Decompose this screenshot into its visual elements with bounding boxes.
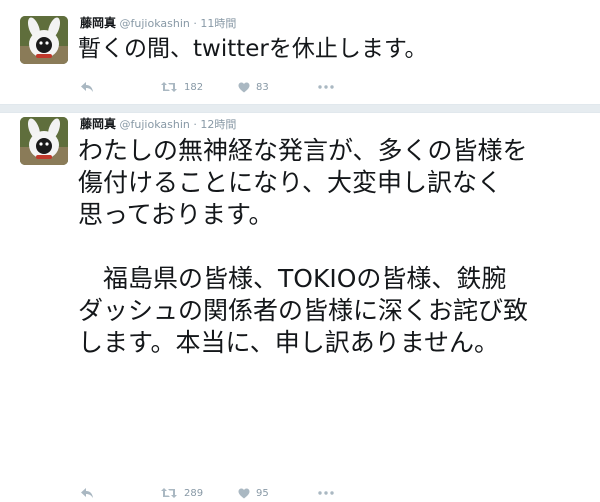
tweet[interactable]: 藤岡真 @fujiokashin · 12時間 わたしの無神経な発言が、多くの皆… [0,113,600,499]
display-name[interactable]: 藤岡真 [80,16,116,30]
timestamp[interactable]: 11時間 [200,17,236,30]
reply-button[interactable] [80,78,94,96]
more-button[interactable] [318,78,334,96]
tweet[interactable]: 藤岡真 @fujiokashin · 11時間 暫くの間、twitterを休止し… [0,0,600,104]
username[interactable]: @fujiokashin [120,118,190,131]
more-icon [318,85,334,89]
avatar[interactable] [20,16,68,64]
heart-icon [238,82,250,92]
like-button[interactable]: 83 [238,78,269,96]
tweet-divider [0,104,600,113]
tweet-text: 暫くの間、twitterを休止します。 [78,36,428,62]
reply-icon [81,488,93,498]
like-count: 95 [256,487,269,499]
separator-dot: · [193,17,197,30]
tweet-header: 藤岡真 @fujiokashin · 12時間 [80,117,236,132]
timeline: 藤岡真 @fujiokashin · 11時間 暫くの間、twitterを休止し… [0,0,600,499]
reply-icon [81,82,93,92]
retweet-button[interactable]: 289 [160,484,203,502]
like-count: 83 [256,81,269,93]
display-name[interactable]: 藤岡真 [80,117,116,131]
avatar[interactable] [20,117,68,165]
retweet-count: 289 [184,487,204,499]
retweet-icon [161,82,177,92]
heart-icon [238,488,250,498]
retweet-count: 182 [184,81,204,93]
like-button[interactable]: 95 [238,484,269,502]
tweet-header: 藤岡真 @fujiokashin · 11時間 [80,16,236,31]
timestamp[interactable]: 12時間 [200,118,236,131]
reply-button[interactable] [80,484,94,502]
separator-dot: · [193,118,197,131]
tweet-text: わたしの無神経な発言が、多くの皆様を 傷付けることになり、大変申し訳なく 思って… [78,136,529,357]
more-icon [318,491,334,495]
more-button[interactable] [318,484,334,502]
retweet-button[interactable]: 182 [160,78,203,96]
retweet-icon [161,488,177,498]
username[interactable]: @fujiokashin [120,17,190,30]
